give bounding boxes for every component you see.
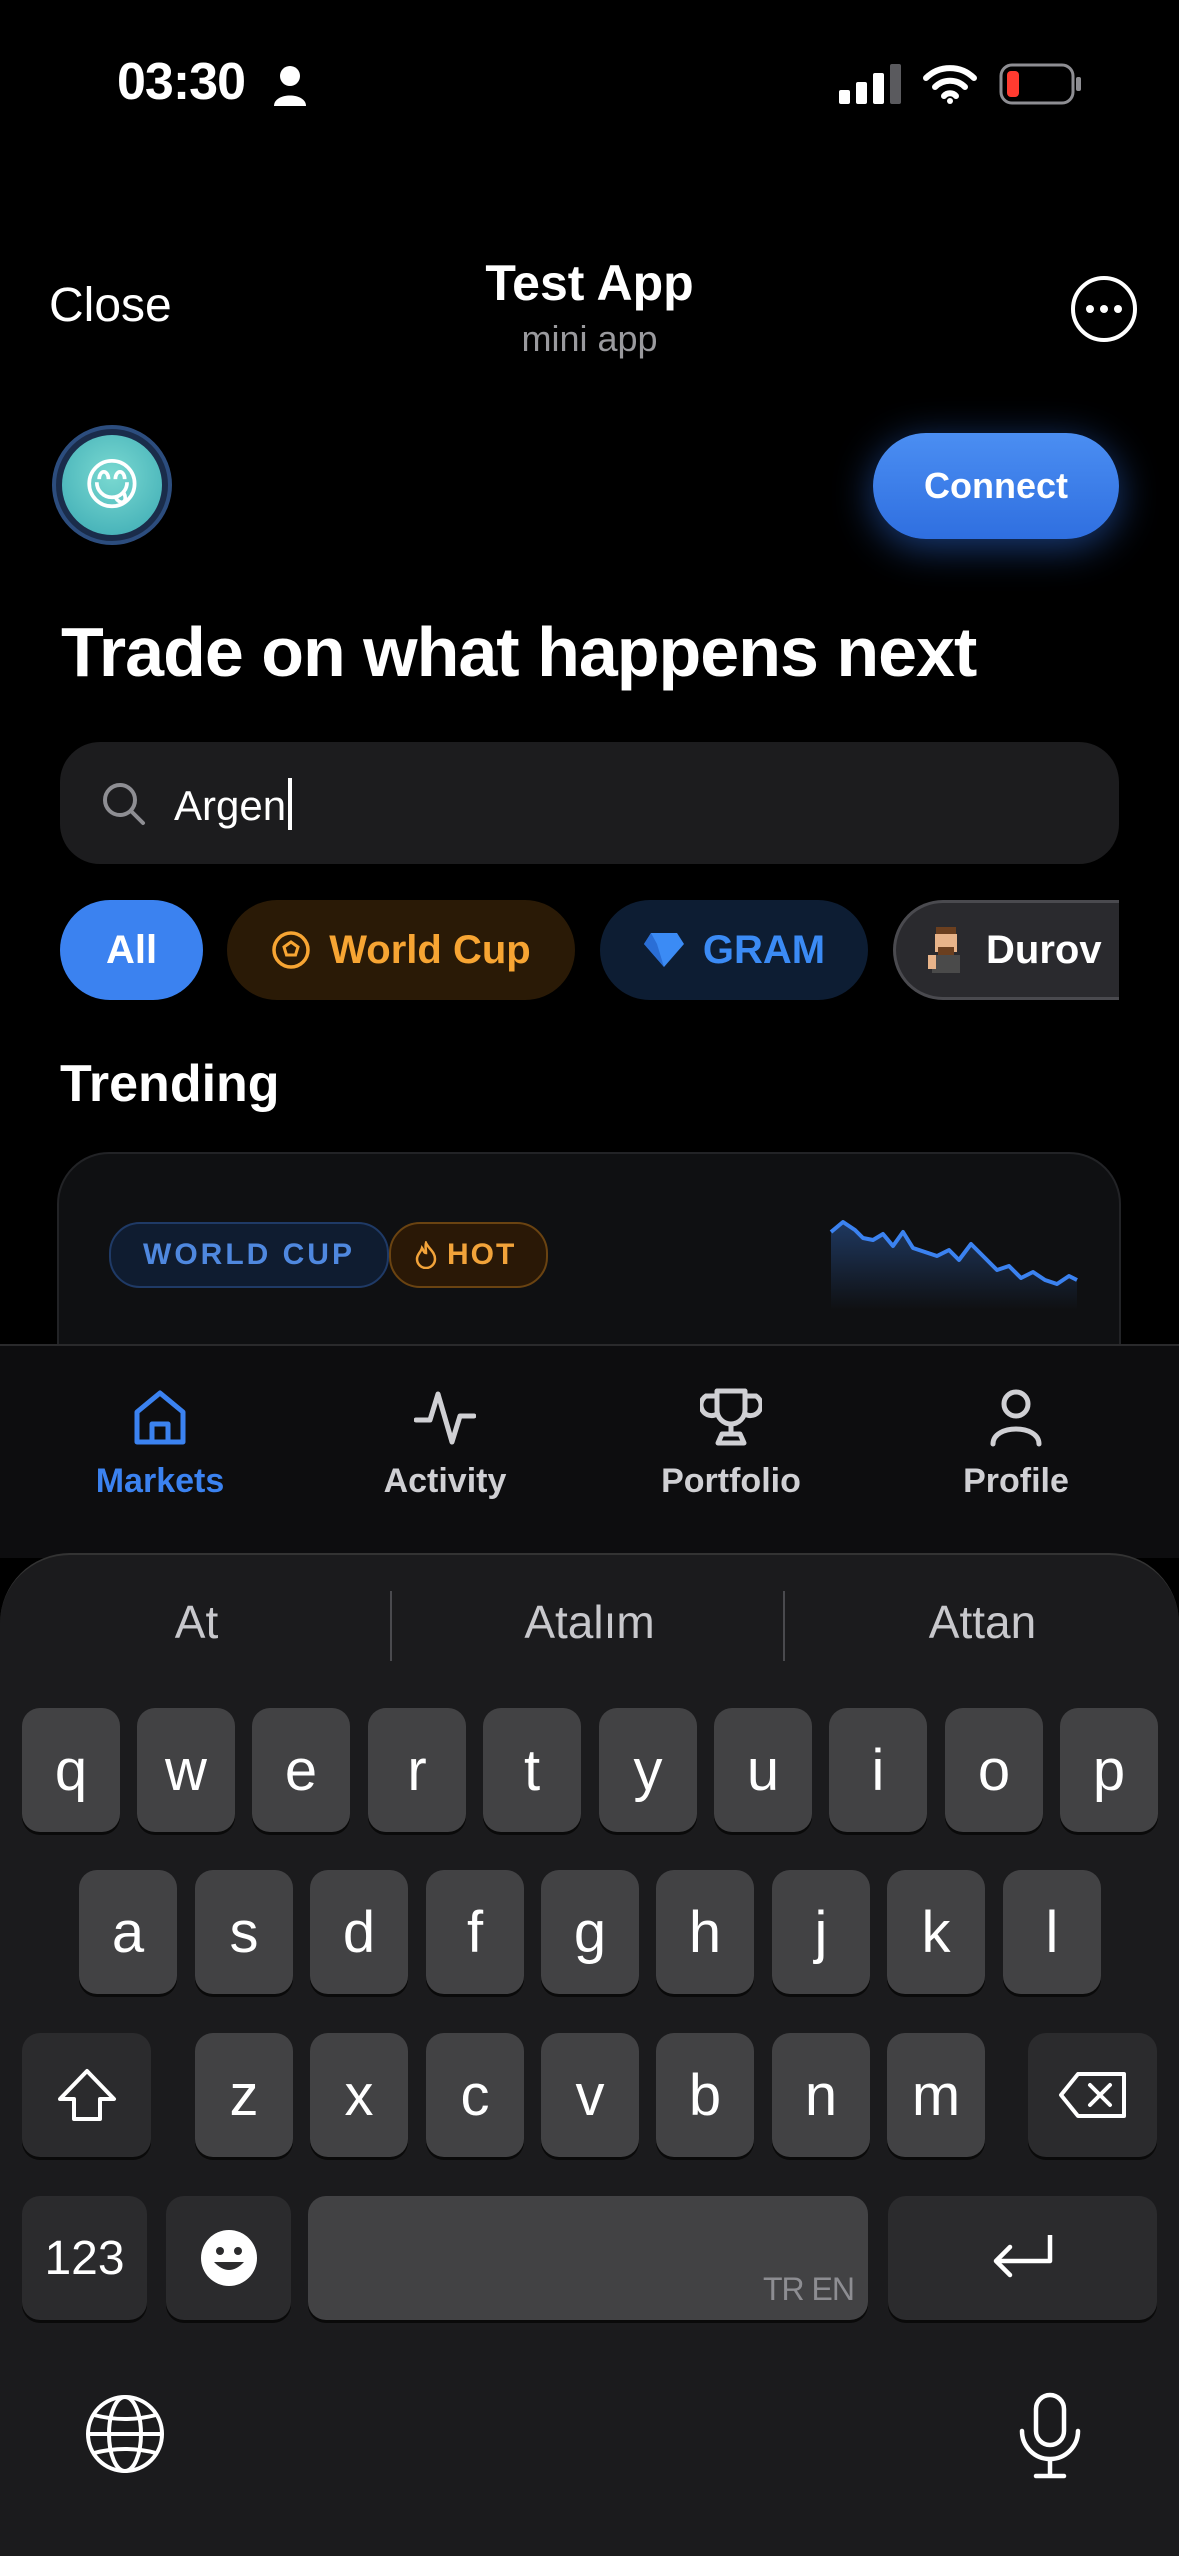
key-q[interactable]: q <box>22 1708 120 1832</box>
numbers-key[interactable]: 123 <box>22 2196 147 2320</box>
filter-chip-world-cup[interactable]: World Cup <box>227 900 575 1000</box>
avatar-emoji: 😋 <box>62 435 162 535</box>
filter-chip-gram[interactable]: GRAM <box>600 900 868 1000</box>
nav-portfolio[interactable]: Portfolio <box>631 1386 831 1501</box>
nav-profile[interactable]: Profile <box>916 1386 1116 1501</box>
key-i[interactable]: i <box>829 1708 927 1832</box>
delete-key[interactable] <box>1028 2033 1157 2157</box>
category-badge: WORLD CUP <box>109 1222 389 1288</box>
key-v[interactable]: v <box>541 2033 639 2157</box>
app-subtitle: mini app <box>521 318 658 359</box>
status-indicators <box>839 60 1083 108</box>
key-k[interactable]: k <box>887 1870 985 1994</box>
signal-icon <box>839 64 901 104</box>
key-c[interactable]: c <box>426 2033 524 2157</box>
hot-label: HOT <box>447 1238 517 1271</box>
key-m[interactable]: m <box>887 2033 985 2157</box>
key-p[interactable]: p <box>1060 1708 1158 1832</box>
key-g[interactable]: g <box>541 1870 639 1994</box>
globe-icon[interactable] <box>84 2393 166 2475</box>
key-z[interactable]: z <box>195 2033 293 2157</box>
chip-label: Durov <box>986 927 1102 972</box>
shift-icon <box>57 2069 116 2121</box>
filter-chip-all[interactable]: All <box>60 900 203 1000</box>
activity-icon <box>414 1391 476 1445</box>
key-t[interactable]: t <box>483 1708 581 1832</box>
diamond-icon <box>643 933 684 967</box>
bottom-navigation: Markets Activity Portfolio Profile <box>0 1344 1179 1558</box>
durov-avatar-icon <box>928 927 960 973</box>
key-x[interactable]: x <box>310 2033 408 2157</box>
hot-badge: HOT <box>389 1222 549 1288</box>
filter-chip-durov[interactable]: Durov <box>893 900 1119 1000</box>
keyboard-language-label: TR EN <box>763 2271 855 2307</box>
key-o[interactable]: o <box>945 1708 1043 1832</box>
flame-icon <box>415 1241 437 1269</box>
return-icon <box>993 2235 1052 2278</box>
emoji-icon <box>200 2230 257 2286</box>
search-input[interactable]: Argen <box>60 742 1119 864</box>
return-key[interactable] <box>888 2196 1157 2320</box>
shift-key[interactable] <box>22 2033 151 2157</box>
nav-label: Activity <box>383 1462 507 1500</box>
status-time: 03:30 <box>117 53 246 111</box>
on-screen-keyboard: At Atalım Attan q w e r t y u i o p a s … <box>0 1553 1179 2556</box>
price-sparkline <box>829 1220 1078 1310</box>
text-caret <box>288 778 293 830</box>
key-r[interactable]: r <box>368 1708 466 1832</box>
search-value: Argen <box>174 782 287 829</box>
backspace-icon <box>1058 2072 1126 2118</box>
chip-label: All <box>105 927 158 972</box>
key-a[interactable]: a <box>79 1870 177 1994</box>
wifi-icon <box>923 65 977 104</box>
suggestion-2[interactable]: Atalım <box>393 1595 786 1649</box>
key-d[interactable]: d <box>310 1870 408 1994</box>
key-u[interactable]: u <box>714 1708 812 1832</box>
page-title: Trade on what happens next <box>61 613 977 691</box>
chip-label: GRAM <box>702 927 826 972</box>
app-title: Test App <box>485 255 694 311</box>
section-title-trending: Trending <box>60 1055 280 1113</box>
battery-icon <box>999 63 1081 105</box>
key-j[interactable]: j <box>772 1870 870 1994</box>
key-f[interactable]: f <box>426 1870 524 1994</box>
person-icon <box>990 1389 1042 1447</box>
key-n[interactable]: n <box>772 2033 870 2157</box>
avatar[interactable]: 😋 <box>52 425 172 545</box>
nav-label: Markets <box>95 1462 225 1500</box>
microphone-icon[interactable] <box>1016 2391 1084 2481</box>
connect-button[interactable]: Connect <box>873 433 1119 539</box>
nav-label: Profile <box>963 1462 1069 1500</box>
trophy-icon <box>700 1388 762 1446</box>
key-s[interactable]: s <box>195 1870 293 1994</box>
suggestion-divider <box>783 1591 785 1661</box>
nav-markets[interactable]: Markets <box>60 1386 260 1501</box>
key-b[interactable]: b <box>656 2033 754 2157</box>
nav-label: Portfolio <box>661 1462 801 1500</box>
suggestion-divider <box>390 1591 392 1661</box>
suggestion-1[interactable]: At <box>0 1595 393 1649</box>
soccer-ball-icon <box>272 931 311 969</box>
more-options-icon[interactable] <box>1071 276 1137 342</box>
nav-activity[interactable]: Activity <box>345 1386 545 1501</box>
emoji-key[interactable] <box>166 2196 291 2320</box>
key-e[interactable]: e <box>252 1708 350 1832</box>
key-y[interactable]: y <box>599 1708 697 1832</box>
key-w[interactable]: w <box>137 1708 235 1832</box>
person-status-icon <box>274 66 306 106</box>
search-icon <box>103 783 145 825</box>
chip-label: World Cup <box>329 927 531 972</box>
suggestion-3[interactable]: Attan <box>786 1595 1179 1649</box>
home-icon <box>134 1390 186 1445</box>
key-h[interactable]: h <box>656 1870 754 1994</box>
space-key[interactable]: TR EN <box>308 2196 868 2320</box>
key-l[interactable]: l <box>1003 1870 1101 1994</box>
